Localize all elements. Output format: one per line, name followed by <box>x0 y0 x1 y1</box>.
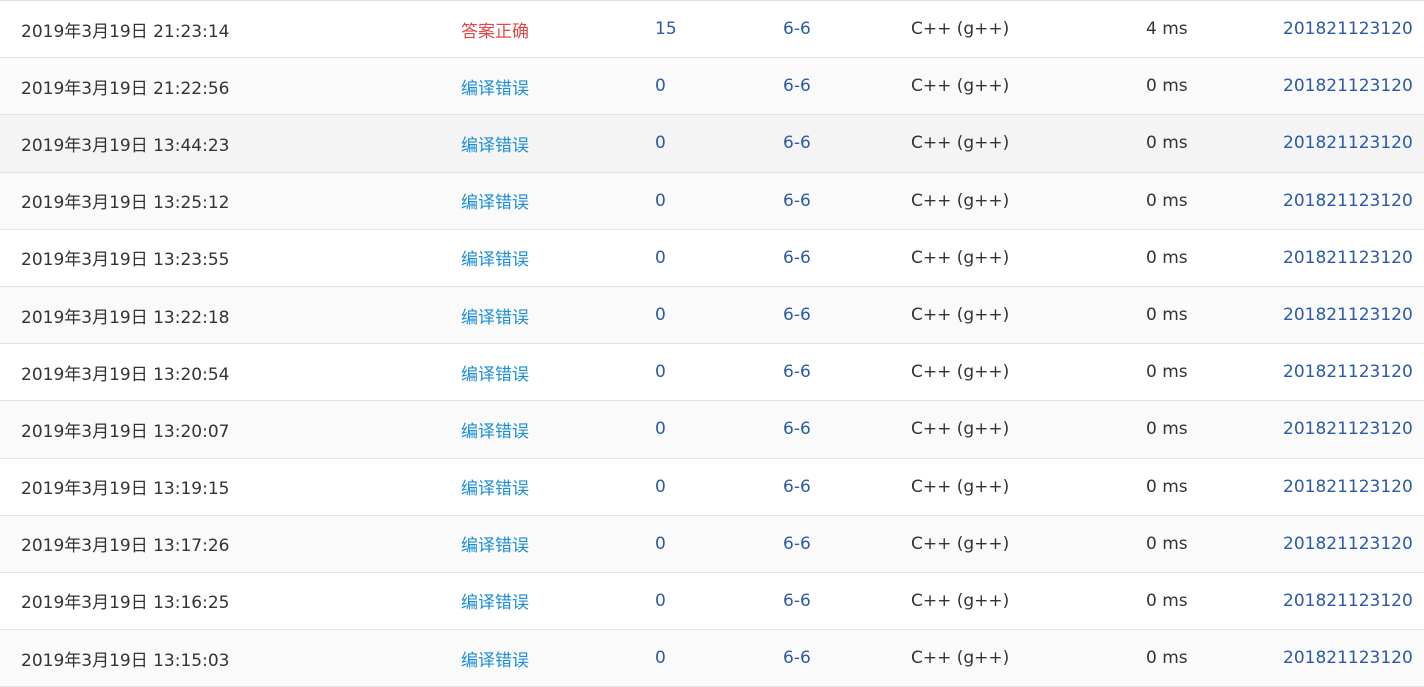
user-link[interactable]: 201821123120 <box>1283 344 1413 400</box>
problem-link[interactable]: 6-6 <box>783 344 811 400</box>
language-cell: C++ (g++) <box>911 533 1010 554</box>
language-cell: C++ (g++) <box>911 362 1010 383</box>
language-cell: C++ (g++) <box>911 305 1010 326</box>
status-link[interactable]: 编译错误 <box>461 173 529 229</box>
user-link[interactable]: 201821123120 <box>1283 401 1413 457</box>
run-time-cell: 0 ms <box>1146 419 1188 440</box>
language-cell: C++ (g++) <box>911 19 1010 40</box>
submissions-table: 2019年3月19日 21:23:14 答案正确 15 6-6 C++ (g++) 4 m… <box>0 0 1424 687</box>
user-link[interactable]: 201821123120 <box>1283 573 1413 629</box>
user-link[interactable]: 201821123120 <box>1283 459 1413 515</box>
score-link[interactable]: 0 <box>655 401 666 457</box>
run-time-cell: 0 ms <box>1146 76 1188 97</box>
run-time-cell: 0 ms <box>1146 305 1188 326</box>
problem-link[interactable]: 6-6 <box>783 459 811 515</box>
user-link[interactable]: 201821123120 <box>1283 230 1413 286</box>
score-link[interactable]: 0 <box>655 459 666 515</box>
problem-link[interactable]: 6-6 <box>783 1 811 57</box>
status-link[interactable]: 编译错误 <box>461 230 529 286</box>
table-row: 2019年3月19日 21:22:56 编译错误 0 6-6 C++ (g++) 0 ms… <box>0 58 1424 116</box>
score-link[interactable]: 15 <box>655 1 677 57</box>
score-link[interactable]: 0 <box>655 58 666 114</box>
language-cell: C++ (g++) <box>911 76 1010 97</box>
status-link[interactable]: 编译错误 <box>461 58 529 114</box>
language-cell: C++ (g++) <box>911 247 1010 268</box>
run-time-cell: 0 ms <box>1146 476 1188 497</box>
problem-link[interactable]: 6-6 <box>783 573 811 629</box>
language-cell: C++ (g++) <box>911 133 1010 154</box>
score-link[interactable]: 0 <box>655 115 666 171</box>
status-link[interactable]: 编译错误 <box>461 516 529 572</box>
submit-time: 2019年3月19日 21:22:56 <box>21 78 230 99</box>
user-link[interactable]: 201821123120 <box>1283 516 1413 572</box>
submit-time: 2019年3月19日 13:19:15 <box>21 479 230 500</box>
submit-time: 2019年3月19日 13:15:03 <box>21 650 230 671</box>
user-link[interactable]: 201821123120 <box>1283 115 1413 171</box>
score-link[interactable]: 0 <box>655 630 666 686</box>
table-row: 2019年3月19日 13:20:54 编译错误 0 6-6 C++ (g++) 0 ms… <box>0 344 1424 402</box>
table-row: 2019年3月19日 13:44:23 编译错误 0 6-6 C++ (g++) 0 ms… <box>0 115 1424 173</box>
submit-time: 2019年3月19日 13:20:07 <box>21 421 230 442</box>
table-row: 2019年3月19日 13:20:07 编译错误 0 6-6 C++ (g++) 0 ms… <box>0 401 1424 459</box>
problem-link[interactable]: 6-6 <box>783 516 811 572</box>
table-row: 2019年3月19日 21:23:14 答案正确 15 6-6 C++ (g++) 4 m… <box>0 1 1424 59</box>
problem-link[interactable]: 6-6 <box>783 630 811 686</box>
problem-link[interactable]: 6-6 <box>783 173 811 229</box>
submit-time: 2019年3月19日 13:22:18 <box>21 307 230 328</box>
status-link[interactable]: 编译错误 <box>461 287 529 343</box>
language-cell: C++ (g++) <box>911 476 1010 497</box>
language-cell: C++ (g++) <box>911 648 1010 669</box>
table-row: 2019年3月19日 13:15:03 编译错误 0 6-6 C++ (g++) 0 ms… <box>0 630 1424 687</box>
run-time-cell: 0 ms <box>1146 190 1188 211</box>
user-link[interactable]: 201821123120 <box>1283 1 1413 57</box>
table-row: 2019年3月19日 13:19:15 编译错误 0 6-6 C++ (g++) 0 ms… <box>0 459 1424 516</box>
submit-time: 2019年3月19日 13:17:26 <box>21 536 230 557</box>
problem-link[interactable]: 6-6 <box>783 287 811 343</box>
score-link[interactable]: 0 <box>655 344 666 400</box>
table-row: 2019年3月19日 13:25:12 编译错误 0 6-6 C++ (g++) 0 ms… <box>0 172 1424 230</box>
score-link[interactable]: 0 <box>655 230 666 286</box>
table-row: 2019年3月19日 13:17:26 编译错误 0 6-6 C++ (g++) 0 ms… <box>0 515 1424 573</box>
problem-link[interactable]: 6-6 <box>783 115 811 171</box>
user-link[interactable]: 201821123120 <box>1283 58 1413 114</box>
score-link[interactable]: 0 <box>655 516 666 572</box>
problem-link[interactable]: 6-6 <box>783 230 811 286</box>
run-time-cell: 0 ms <box>1146 247 1188 268</box>
language-cell: C++ (g++) <box>911 590 1010 611</box>
run-time-cell: 0 ms <box>1146 362 1188 383</box>
user-link[interactable]: 201821123120 <box>1283 173 1413 229</box>
submit-time: 2019年3月19日 13:20:54 <box>21 364 230 385</box>
submit-time: 2019年3月19日 21:23:14 <box>21 21 230 42</box>
status-link[interactable]: 答案正确 <box>461 1 529 57</box>
score-link[interactable]: 0 <box>655 287 666 343</box>
submit-time: 2019年3月19日 13:23:55 <box>21 250 230 271</box>
problem-link[interactable]: 6-6 <box>783 58 811 114</box>
status-link[interactable]: 编译错误 <box>461 630 529 686</box>
language-cell: C++ (g++) <box>911 419 1010 440</box>
run-time-cell: 0 ms <box>1146 648 1188 669</box>
run-time-cell: 4 ms <box>1146 19 1188 40</box>
run-time-cell: 0 ms <box>1146 533 1188 554</box>
user-link[interactable]: 201821123120 <box>1283 630 1413 686</box>
status-link[interactable]: 编译错误 <box>461 573 529 629</box>
score-link[interactable]: 0 <box>655 573 666 629</box>
status-link[interactable]: 编译错误 <box>461 401 529 457</box>
submit-time: 2019年3月19日 13:16:25 <box>21 593 230 614</box>
submit-time: 2019年3月19日 13:44:23 <box>21 135 230 156</box>
status-link[interactable]: 编译错误 <box>461 115 529 171</box>
problem-link[interactable]: 6-6 <box>783 401 811 457</box>
table-row: 2019年3月19日 13:22:18 编译错误 0 6-6 C++ (g++) 0 ms… <box>0 286 1424 345</box>
user-link[interactable]: 201821123120 <box>1283 287 1413 343</box>
table-row: 2019年3月19日 13:23:55 编译错误 0 6-6 C++ (g++) 0 ms… <box>0 230 1424 287</box>
run-time-cell: 0 ms <box>1146 133 1188 154</box>
status-link[interactable]: 编译错误 <box>461 344 529 400</box>
status-link[interactable]: 编译错误 <box>461 459 529 515</box>
run-time-cell: 0 ms <box>1146 590 1188 611</box>
submit-time: 2019年3月19日 13:25:12 <box>21 193 230 214</box>
language-cell: C++ (g++) <box>911 190 1010 211</box>
table-row: 2019年3月19日 13:16:25 编译错误 0 6-6 C++ (g++) 0 ms… <box>0 573 1424 631</box>
score-link[interactable]: 0 <box>655 173 666 229</box>
